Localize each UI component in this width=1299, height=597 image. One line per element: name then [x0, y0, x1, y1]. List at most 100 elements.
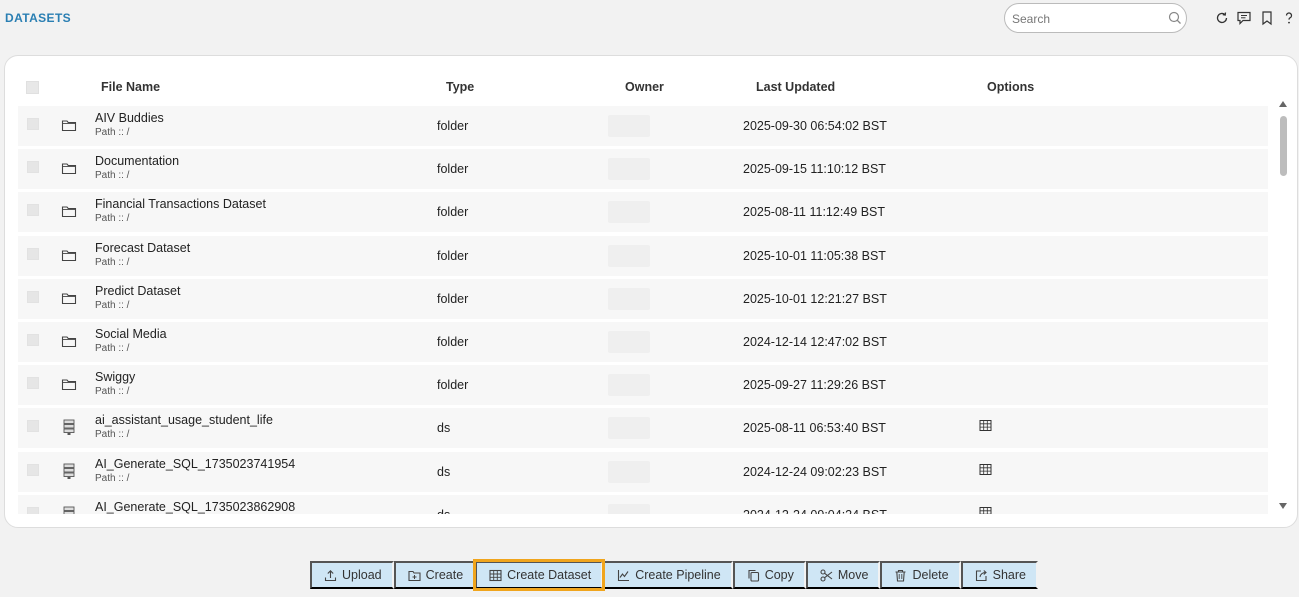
grid-icon [489, 569, 502, 581]
action-toolbar: Upload Create Create Dataset Create Pipe… [310, 559, 1038, 591]
file-name[interactable]: Financial Transactions Dataset [95, 197, 266, 211]
help-icon[interactable] [1281, 10, 1297, 26]
create-dataset-button[interactable]: Create Dataset [473, 559, 606, 591]
column-header-file-name[interactable]: File Name [101, 80, 160, 94]
table-row[interactable]: Documentation Path :: / folder 2025-09-15 1… [18, 149, 1268, 192]
file-name[interactable]: AI_Generate_SQL_1735023862908 [95, 500, 295, 514]
delete-button[interactable]: Delete [880, 561, 961, 589]
table-row[interactable]: AI_Generate_SQL_1735023862908Path :: /ds… [18, 494, 1268, 514]
share-button[interactable]: Share [960, 561, 1038, 589]
owner-placeholder [608, 115, 650, 137]
file-type: ds [437, 508, 450, 514]
table-icon[interactable] [979, 463, 992, 476]
owner-placeholder [608, 244, 650, 267]
file-type: folder [437, 205, 469, 220]
last-updated: 2025-09-15 11:10:12 BST [743, 162, 886, 177]
table-icon[interactable] [979, 506, 992, 514]
owner-placeholder [608, 158, 650, 181]
row-checkbox[interactable] [27, 161, 39, 174]
file-name[interactable]: AIV Buddies [95, 111, 164, 125]
file-name[interactable]: Forecast Dataset [95, 241, 190, 255]
file-type: folder [437, 291, 469, 306]
top-bar: DATASETS [0, 0, 1299, 40]
file-path: Path :: / [95, 343, 130, 354]
row-checkbox[interactable] [27, 420, 39, 433]
upload-button[interactable]: Upload [310, 561, 394, 589]
file-type: folder [437, 119, 469, 133]
file-path: Path :: / [95, 256, 130, 268]
table-row[interactable]: ai_assistant_usage_student_lifePath :: /… [18, 408, 1268, 451]
column-header-options: Options [987, 80, 1035, 94]
scroll-up-arrow-icon[interactable] [1279, 101, 1287, 107]
row-checkbox[interactable] [27, 463, 39, 476]
table-row[interactable]: Predict Dataset Path :: / folder 2025-10-01… [18, 278, 1268, 321]
select-all-checkbox[interactable] [26, 81, 39, 94]
row-checkbox[interactable] [27, 506, 39, 514]
chat-icon[interactable] [1236, 10, 1252, 26]
row-checkbox[interactable] [27, 204, 39, 217]
owner-placeholder [608, 201, 650, 224]
share-label: Share [992, 568, 1026, 582]
file-path: Path :: / [95, 429, 130, 441]
vertical-scrollbar[interactable] [1278, 100, 1288, 514]
bookmark-icon[interactable] [1259, 10, 1275, 26]
last-updated: 2025-08-11 06:53:40 BST [743, 421, 886, 436]
last-updated: 2025-08-11 11:12:49 BST [743, 205, 885, 220]
row-checkbox[interactable] [27, 118, 39, 130]
search-icon[interactable] [1168, 11, 1182, 30]
file-type: ds [437, 421, 451, 436]
last-updated: 2024-12-24 09:02:23 BST [743, 464, 887, 479]
owner-placeholder [608, 460, 650, 483]
scroll-thumb[interactable] [1280, 116, 1287, 176]
row-checkbox[interactable] [27, 247, 39, 260]
chart-line-icon [618, 569, 630, 581]
table-row[interactable]: AI_Generate_SQL_1735023741954 Path :: / ds… [18, 451, 1268, 494]
move-button[interactable]: Move [805, 561, 881, 589]
file-name[interactable]: Social Media [95, 327, 167, 341]
file-path: Path :: / [95, 386, 130, 398]
file-name[interactable]: Swiggy [95, 370, 135, 384]
file-type: ds [437, 464, 451, 479]
last-updated: 2025-10-01 11:05:38 BST [743, 248, 886, 263]
file-path: Path :: / [95, 299, 130, 311]
table-icon[interactable] [979, 419, 992, 432]
file-name[interactable]: AI_Generate_SQL_1735023741954 [95, 457, 295, 471]
file-path: Path :: / [95, 170, 130, 182]
refresh-icon[interactable] [1214, 10, 1230, 26]
datasets-panel: File Name Type Owner Last Updated Option… [4, 55, 1298, 528]
create-dataset-label: Create Dataset [507, 568, 592, 582]
folder-icon [61, 160, 77, 176]
column-header-type[interactable]: Type [446, 80, 474, 94]
row-checkbox[interactable] [27, 290, 39, 303]
create-button[interactable]: Create [393, 561, 476, 589]
row-checkbox[interactable] [27, 334, 39, 346]
page-title: DATASETS [5, 11, 72, 25]
table-row[interactable]: AIV Buddies Path :: / folder 2025-09-30 06:… [18, 106, 1268, 148]
last-updated: 2024-12-14 12:47:02 BST [743, 335, 887, 349]
column-header-last-updated[interactable]: Last Updated [756, 80, 835, 94]
search-box[interactable] [1004, 3, 1187, 33]
file-path: Path :: / [95, 472, 130, 484]
create-pipeline-button[interactable]: Create Pipeline [603, 561, 733, 589]
create-label: Create [425, 568, 464, 582]
search-input[interactable] [1012, 10, 1162, 28]
file-name[interactable]: ai_assistant_usage_student_life [95, 413, 273, 427]
table-row[interactable]: Forecast Dataset Path :: / folder 2025-10-0… [18, 235, 1268, 278]
scroll-down-arrow-icon[interactable] [1279, 503, 1287, 509]
row-checkbox[interactable] [27, 377, 39, 390]
folder-icon [61, 333, 77, 349]
last-updated: 2025-09-27 11:29:26 BST [743, 378, 886, 393]
file-name[interactable]: Predict Dataset [95, 284, 180, 298]
upload-label: Upload [342, 568, 382, 582]
dataset-icon [61, 419, 77, 436]
table-row[interactable]: Swiggy Path :: / folder 2025-09-27 11:29:26… [18, 365, 1268, 408]
table-row[interactable]: Social MediaPath :: / folder 2024-12-14 12… [18, 322, 1268, 364]
column-header-owner[interactable]: Owner [625, 80, 664, 94]
folder-icon [61, 247, 77, 263]
folder-icon [61, 203, 77, 219]
table-row[interactable]: Financial Transactions Dataset Path :: / f… [18, 192, 1268, 235]
copy-button[interactable]: Copy [732, 561, 806, 589]
file-name[interactable]: Documentation [95, 154, 179, 168]
trash-icon [895, 569, 906, 582]
file-type: folder [437, 335, 469, 349]
